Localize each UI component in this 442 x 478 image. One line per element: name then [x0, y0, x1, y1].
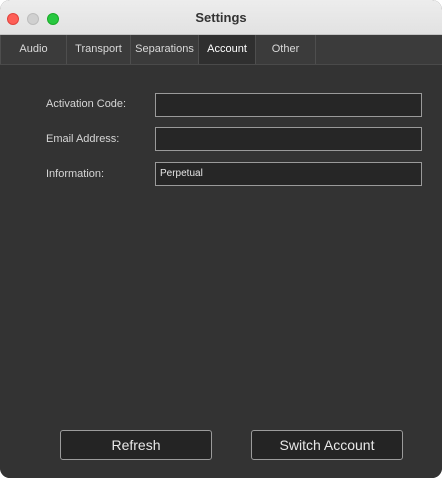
information-field: Perpetual: [155, 162, 422, 186]
tab-transport[interactable]: Transport: [67, 35, 131, 64]
tab-other[interactable]: Other: [256, 35, 316, 64]
information-label: Information:: [46, 168, 105, 180]
email-address-field[interactable]: [155, 127, 422, 151]
settings-window: Settings Audio Transport Separations Acc…: [0, 0, 442, 478]
refresh-button[interactable]: Refresh: [60, 430, 212, 460]
switch-account-button[interactable]: Switch Account: [251, 430, 403, 460]
email-address-label: Email Address:: [46, 133, 120, 145]
tab-separations[interactable]: Separations: [131, 35, 199, 64]
tab-audio[interactable]: Audio: [0, 35, 67, 64]
activation-code-field[interactable]: [155, 93, 422, 117]
window-title: Settings: [195, 10, 247, 25]
activation-code-label: Activation Code:: [46, 98, 127, 110]
tab-account[interactable]: Account: [199, 35, 256, 64]
title-bar: Settings: [0, 0, 442, 35]
tab-bar: Audio Transport Separations Account Othe…: [0, 35, 442, 65]
